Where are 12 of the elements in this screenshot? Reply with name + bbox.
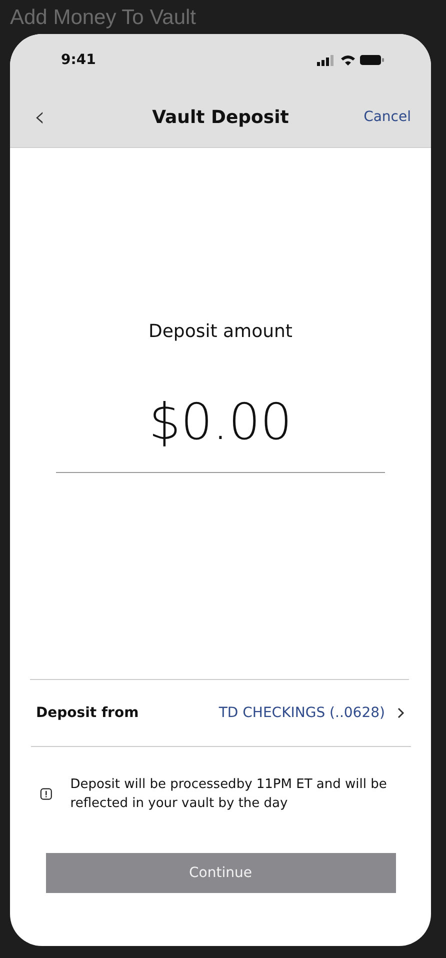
cancel-button[interactable]: Cancel [364,106,411,128]
notice-text: Deposit will be processedby 11PM ET and will be reflected in your vault by the day [70,776,388,813]
back-button[interactable]: ‹ [28,103,52,131]
chevron-icon [397,707,405,719]
status-icons-drawing [317,54,385,66]
amount-field[interactable]: $0.00 [148,393,292,451]
amount-label: Deposit amount [148,321,292,342]
status-time: 9:41 [61,50,96,70]
source-label: Deposit from [36,704,139,722]
page-title: Add Money To Vault [9,5,198,31]
screen-title: Vault Deposit [152,106,289,128]
account-selector[interactable]: TD CHECKINGS (..0628) [218,702,405,724]
